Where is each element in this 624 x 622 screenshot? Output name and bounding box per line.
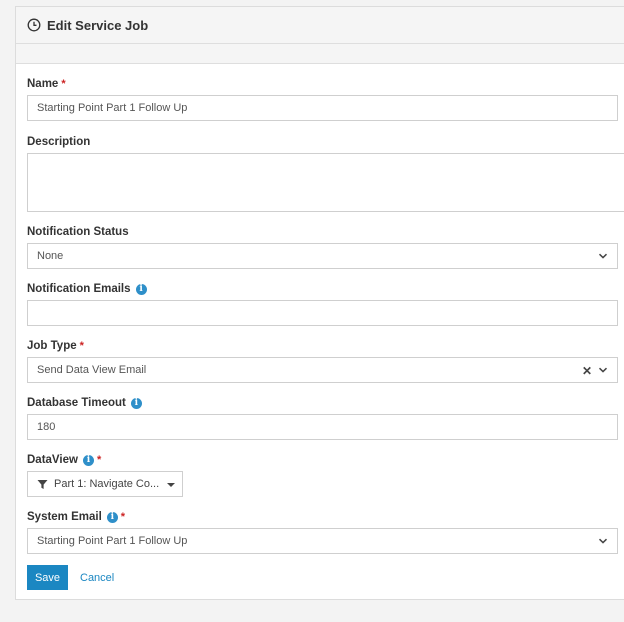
dataview-value: Part 1: Navigate Co...: [54, 478, 160, 490]
description-label-text: Description: [27, 136, 91, 148]
panel-header: Edit Service Job: [16, 7, 624, 44]
edit-service-job-panel: Edit Service Job Name * Starting Point P…: [15, 6, 624, 600]
database-timeout-label-text: Database Timeout: [27, 397, 126, 409]
name-input[interactable]: Starting Point Part 1 Follow Up: [27, 95, 618, 121]
notification-emails-input[interactable]: [27, 300, 618, 326]
dataview-label: DataView i *: [27, 453, 101, 467]
cancel-link[interactable]: Cancel: [80, 572, 114, 584]
database-timeout-label: Database Timeout i: [27, 396, 142, 410]
notification-status-label-text: Notification Status: [27, 226, 129, 238]
job-type-value: Send Data View Email: [37, 364, 147, 376]
description-label: Description: [27, 135, 90, 149]
info-icon[interactable]: i: [106, 511, 118, 523]
notification-emails-label-text: Notification Emails: [27, 283, 131, 295]
chevron-down-icon[interactable]: [598, 365, 608, 375]
system-email-select[interactable]: Starting Point Part 1 Follow Up: [27, 528, 618, 554]
notification-status-select[interactable]: None: [27, 243, 618, 269]
required-marker: *: [96, 454, 102, 466]
clear-icon[interactable]: ✕: [582, 364, 592, 378]
database-timeout-value: 180: [37, 421, 56, 433]
system-email-label-text: System Email: [27, 511, 102, 523]
caret-down-icon: [167, 483, 175, 487]
description-textarea[interactable]: [27, 153, 624, 212]
save-button[interactable]: Save: [27, 565, 68, 590]
name-label-text: Name: [27, 78, 59, 90]
required-marker: *: [120, 511, 126, 523]
required-marker: *: [79, 340, 84, 352]
name-label: Name *: [27, 77, 66, 91]
database-timeout-input[interactable]: 180: [27, 414, 618, 440]
info-icon[interactable]: i: [130, 397, 142, 409]
info-icon[interactable]: i: [82, 454, 94, 466]
notification-status-label: Notification Status: [27, 225, 129, 239]
chevron-down-icon: [598, 538, 608, 544]
info-icon[interactable]: i: [135, 283, 147, 295]
system-email-value: Starting Point Part 1 Follow Up: [37, 535, 188, 547]
system-email-label: System Email i *: [27, 510, 125, 524]
job-type-label: Job Type *: [27, 339, 84, 353]
dataview-dropdown-button[interactable]: Part 1: Navigate Co...: [27, 471, 183, 497]
header-subbar: [16, 44, 624, 64]
required-marker: *: [61, 78, 66, 90]
page-title: Edit Service Job: [47, 17, 149, 33]
filter-icon: [37, 479, 48, 489]
notification-emails-label: Notification Emails i: [27, 282, 147, 296]
dataview-label-text: DataView: [27, 454, 78, 466]
chevron-down-icon: [598, 253, 608, 259]
notification-status-value: None: [37, 250, 64, 262]
name-input-value: Starting Point Part 1 Follow Up: [37, 102, 188, 114]
clock-icon: [27, 18, 41, 32]
job-type-label-text: Job Type: [27, 340, 77, 352]
job-type-select[interactable]: Send Data View Email ✕: [27, 357, 618, 383]
